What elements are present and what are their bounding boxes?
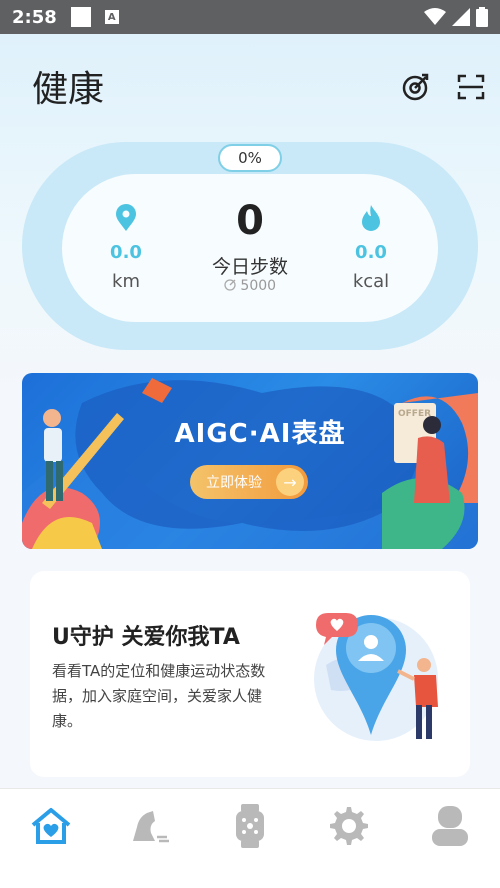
goal-target-icon <box>224 279 236 291</box>
sneaker-icon <box>133 811 169 843</box>
battery-icon <box>476 7 488 27</box>
progress-percent-badge: 0% <box>218 144 282 172</box>
steps-label: 今日步数 <box>211 256 288 278</box>
distance-value: 0.0 <box>110 242 142 263</box>
scan-icon[interactable] <box>456 72 486 102</box>
arrow-right-icon: → <box>276 468 304 496</box>
guard-card-title: U守护 关爱你我TA <box>52 625 240 650</box>
steps-count: 0 <box>236 198 264 244</box>
family-location-illustration <box>314 613 438 741</box>
target-add-icon[interactable] <box>400 72 430 102</box>
steps-goal-value: 5000 <box>240 278 277 294</box>
watch-icon <box>236 804 264 848</box>
family-guard-card[interactable]: U守护 关爱你我TA 看看TA的定位和健康运动状态数据，加入家庭空间，关爱家人健… <box>30 571 470 777</box>
guard-card-description: 看看TA的定位和健康运动状态数据，加入家庭空间，关爱家人健康。 <box>52 662 266 730</box>
status-time: 2:58 <box>12 6 57 28</box>
banner-illustration <box>22 378 478 549</box>
page-title: 健康 <box>32 69 105 110</box>
cell-signal-icon <box>452 8 470 26</box>
profile-icon <box>432 806 468 846</box>
distance-stat: 0.0 km <box>96 204 156 292</box>
a-notification-icon: A <box>104 10 119 24</box>
try-now-button[interactable]: 立即体验 → <box>190 465 308 499</box>
wifi-icon <box>424 8 446 25</box>
calories-value: 0.0 <box>355 242 387 263</box>
status-bar: 2:58 A <box>0 0 500 34</box>
tab-settings[interactable] <box>326 803 372 849</box>
gear-icon <box>330 807 368 845</box>
calories-unit: kcal <box>352 271 390 292</box>
bottom-tab-bar <box>0 788 500 888</box>
banner-title: AIGC·AI表盘 <box>174 419 346 449</box>
aigc-watchface-banner[interactable]: OFFER AIGC·AI表盘 立即体验 → <box>22 373 478 549</box>
steps-goal: 5000 <box>200 278 300 294</box>
distance-unit: km <box>112 271 140 292</box>
tab-profile[interactable] <box>427 803 473 849</box>
calories-stat: 0.0 kcal <box>340 204 402 292</box>
location-pin-icon <box>116 204 136 231</box>
tab-health[interactable] <box>28 803 74 849</box>
flame-icon <box>362 205 380 231</box>
banner-sign-text: OFFER <box>398 409 432 419</box>
try-now-label: 立即体验 <box>206 475 262 491</box>
notification-square-icon <box>70 7 91 27</box>
home-heart-icon <box>31 808 71 844</box>
tab-device[interactable] <box>227 803 273 849</box>
tab-sport[interactable] <box>126 803 172 849</box>
